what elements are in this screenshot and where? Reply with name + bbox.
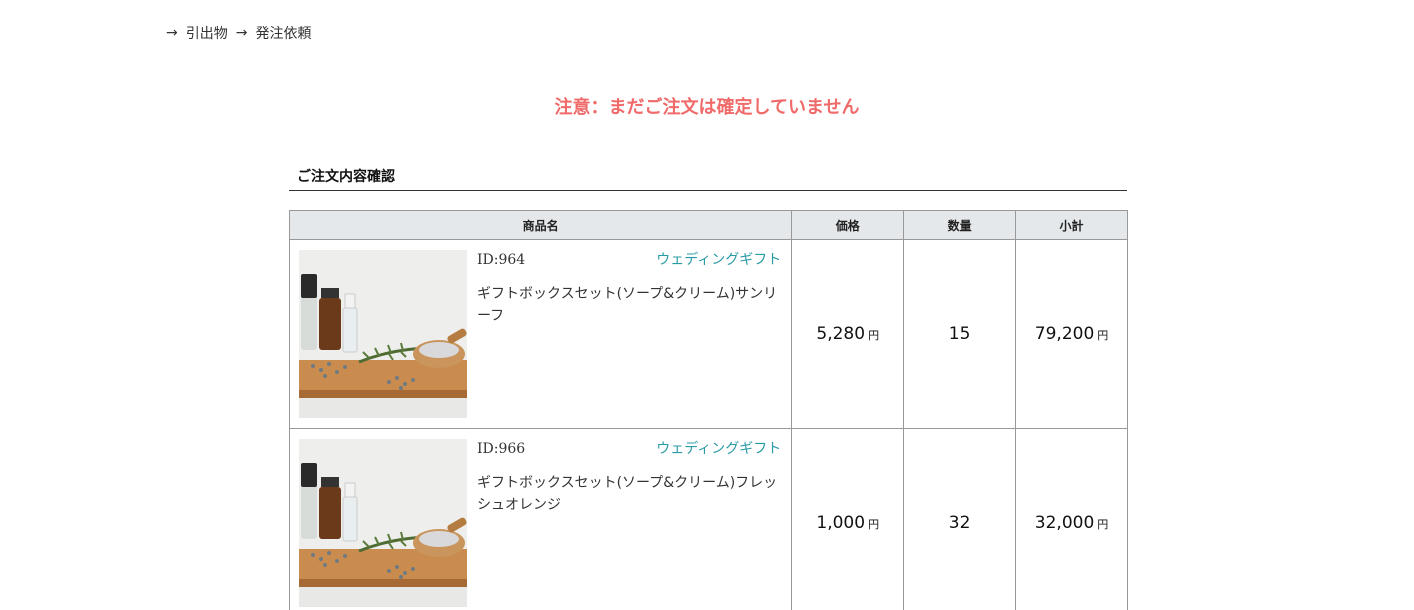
price-cell: 5,280 円 <box>791 239 905 429</box>
header-quantity: 数量 <box>903 210 1017 240</box>
product-id: ID:964 <box>477 252 526 268</box>
yen-unit: 円 <box>868 329 880 342</box>
product-cell: ID:964 ウェディングギフト ギフトボックスセット(ソープ&クリーム)サンリ… <box>288 239 793 429</box>
product-info: ID:966 ウェディングギフト ギフトボックスセット(ソープ&クリーム)フレッ… <box>477 439 781 516</box>
header-subtotal: 小計 <box>1015 210 1128 240</box>
table-header-row: 商品名 価格 数量 小計 <box>288 210 1128 240</box>
product-image[interactable] <box>299 439 467 607</box>
quantity-value: 32 <box>948 513 971 533</box>
product-name: ギフトボックスセット(ソープ&クリーム)サンリーフ <box>477 286 778 324</box>
breadcrumb: → 引出物 → 発注依頼 <box>166 23 311 43</box>
product-category: ウェディングギフト <box>656 252 782 268</box>
table-row: ID:964 ウェディングギフト ギフトボックスセット(ソープ&クリーム)サンリ… <box>288 239 1128 429</box>
product-id: ID:966 <box>477 441 526 457</box>
quantity-value: 15 <box>948 324 971 344</box>
price-value: 1,000 <box>816 513 866 533</box>
price-value: 5,280 <box>816 324 866 344</box>
product-name: ギフトボックスセット(ソープ&クリーム)フレッシュオレンジ <box>477 475 778 513</box>
table-row: ID:966 ウェディングギフト ギフトボックスセット(ソープ&クリーム)フレッ… <box>288 428 1128 610</box>
header-price: 価格 <box>791 210 905 240</box>
subtotal-cell: 32,000 円 <box>1015 428 1128 610</box>
product-cell: ID:966 ウェディングギフト ギフトボックスセット(ソープ&クリーム)フレッ… <box>288 428 793 610</box>
subtotal-value: 32,000 <box>1034 513 1095 533</box>
quantity-cell: 15 <box>903 239 1017 429</box>
yen-unit: 円 <box>868 518 880 531</box>
arrow-right-icon: → <box>166 25 178 41</box>
subtotal-value: 79,200 <box>1034 324 1095 344</box>
section-title: ご注文内容確認 <box>289 166 1127 191</box>
breadcrumb-item-order-request[interactable]: 発注依頼 <box>255 23 311 43</box>
unconfirmed-warning: 注意：まだご注文は確定していません <box>554 97 860 118</box>
price-cell: 1,000 円 <box>791 428 905 610</box>
yen-unit: 円 <box>1097 518 1109 531</box>
yen-unit: 円 <box>1097 329 1109 342</box>
product-image[interactable] <box>299 250 467 418</box>
order-table: 商品名 価格 数量 小計 ID:964 ウェディングギフト ギフトボックスセット… <box>288 210 1128 610</box>
product-category: ウェディングギフト <box>656 441 782 457</box>
product-id-row: ID:964 ウェディングギフト <box>477 250 781 270</box>
arrow-right-icon: → <box>235 25 248 41</box>
product-id-row: ID:966 ウェディングギフト <box>477 439 781 459</box>
subtotal-cell: 79,200 円 <box>1015 239 1128 429</box>
product-info: ID:964 ウェディングギフト ギフトボックスセット(ソープ&クリーム)サンリ… <box>477 250 781 327</box>
header-product-name: 商品名 <box>288 210 793 240</box>
quantity-cell: 32 <box>903 428 1017 610</box>
breadcrumb-item-gifts[interactable]: 引出物 <box>186 23 228 43</box>
